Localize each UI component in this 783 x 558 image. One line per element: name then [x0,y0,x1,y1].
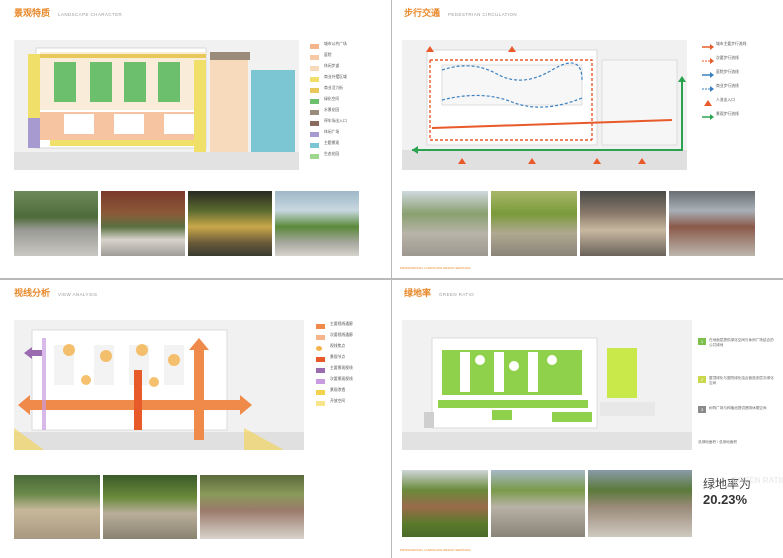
site-plan-views [14,320,304,450]
legend-swatch [310,143,319,148]
reference-photo [402,470,488,537]
legend-item: 绿化空间 [310,97,370,108]
legend-swatch [316,401,325,406]
green-note: 3 树阵广场与种植池提供遮阴休憩空间 [698,406,778,428]
reference-photo [103,475,197,539]
presentation-sheet: 景观特质 LANDSCAPE CHARACTER 城市公共广场 庭院 休闲步道 … [0,0,783,558]
legend-swatch [310,99,319,104]
arrow-icon [702,86,714,92]
legend: 城市主要步行流线 次要步行流线 庭院步行流线 商业步行流线 人流出入口 景观步行… [702,42,762,126]
legend-item: 主要视线通廊 [316,322,376,333]
page-pedestrian-circulation: 步行交通 PEDESTRIAN CIRCULATION 城市主要步行流线 次要步行 [392,0,783,278]
legend-item: 人流出入口 [702,98,762,112]
legend-swatch [310,55,319,60]
legend-swatch [316,390,325,395]
page-title: 景观特质 LANDSCAPE CHARACTER [14,8,123,18]
legend-item: 景观节点 [316,355,376,366]
page-view-analysis: 视线分析 VIEW ANALYSIS 主要视线通廊 次要视线通廊 视线焦点 景观… [0,280,391,558]
legend-item: 商业活力街 [310,86,370,97]
entrance-icon [704,100,712,106]
legend-item: 次要景观视线 [316,377,376,388]
page-title: 绿地率 GREEN RATIO [404,288,475,298]
legend-item: 停车场出入口 [310,119,370,130]
legend-swatch [310,110,319,115]
legend-item: 视线焦点 [316,344,376,355]
reference-photo [588,470,692,537]
legend-item: 商业外摆区域 [310,75,370,86]
arrow-icon [702,72,714,78]
legend-swatch [310,77,319,82]
green-note: 1 在地面层提供绿化空间与休闲广场结合的公共绿地 [698,338,778,368]
reference-photo [200,475,304,539]
page-title: 步行交通 PEDESTRIAN CIRCULATION [404,8,517,18]
reference-photo [491,470,585,537]
arrow-icon [702,114,714,120]
ratio-watermark: GREEN RATIO [732,476,783,485]
legend-item: 主要景观视线 [316,366,376,377]
legend-item: 庭院步行流线 [702,70,762,84]
legend-item: 景观步行流线 [702,112,762,126]
note-badge: 3 [698,406,706,413]
green-note: 总绿地面积 / 总用地面积 [698,440,737,444]
legend-swatch [310,154,319,159]
reference-photo [491,191,577,256]
ratio-value: 20.23% [703,492,748,507]
reference-photo [402,191,488,256]
page-title: 视线分析 VIEW ANALYSIS [14,288,98,298]
green-note: 2 屋顶绿化与庭院绿化结合营造多层次绿化空间 [698,376,778,398]
arrow-icon [702,44,714,50]
reference-photo [101,191,185,256]
legend-item: 水景花园 [310,108,370,119]
legend-swatch [310,88,319,93]
site-plan-character [14,40,299,170]
legend: 城市公共广场 庭院 休闲步道 商业外摆区域 商业活力街 绿化空间 水景花园 停车… [310,42,370,163]
legend-item: 城市主要步行流线 [702,42,762,56]
page-green-ratio: 绿地率 GREEN RATIO 1 在地面层提供绿化空间与休闲广场结合的公共绿地 2… [392,280,783,558]
legend-item: 生态花园 [310,152,370,163]
legend-swatch [310,66,319,71]
legend-swatch [310,121,319,126]
legend-swatch [316,357,325,362]
legend-item: 商业步行流线 [702,84,762,98]
arrow-icon [702,58,714,64]
legend-item: 休闲广场 [310,130,370,141]
site-plan-circulation [402,40,687,170]
legend-swatch [316,379,325,384]
page-footer: PROFESSIONAL LANDSCAPE DESIGN SERVICES [400,548,471,552]
legend-item: 次要视线通廊 [316,333,376,344]
reference-photo [14,475,100,539]
legend-item: 景观渗透 [316,388,376,399]
legend-item: 开放空间 [316,399,376,410]
legend-swatch [310,132,319,137]
legend-item: 次要步行流线 [702,56,762,70]
note-badge: 1 [698,338,706,345]
legend-swatch [316,335,325,340]
legend-swatch [316,346,322,351]
legend-swatch [316,368,325,373]
reference-photo [580,191,666,256]
page-landscape-character: 景观特质 LANDSCAPE CHARACTER 城市公共广场 庭院 休闲步道 … [0,0,391,278]
legend-item: 主题景观 [310,141,370,152]
reference-photo [188,191,272,256]
legend-swatch [316,324,325,329]
note-badge: 2 [698,376,706,383]
legend-item: 庭院 [310,53,370,64]
legend-item: 城市公共广场 [310,42,370,53]
site-plan-green [402,320,692,450]
reference-photo [275,191,359,256]
legend: 主要视线通廊 次要视线通廊 视线焦点 景观节点 主要景观视线 次要景观视线 景观… [316,322,376,410]
legend-swatch [310,44,319,49]
reference-photo [14,191,98,256]
legend-item: 休闲步道 [310,64,370,75]
reference-photo [669,191,755,256]
page-footer: PROFESSIONAL LANDSCAPE DESIGN SERVICES [400,266,471,270]
